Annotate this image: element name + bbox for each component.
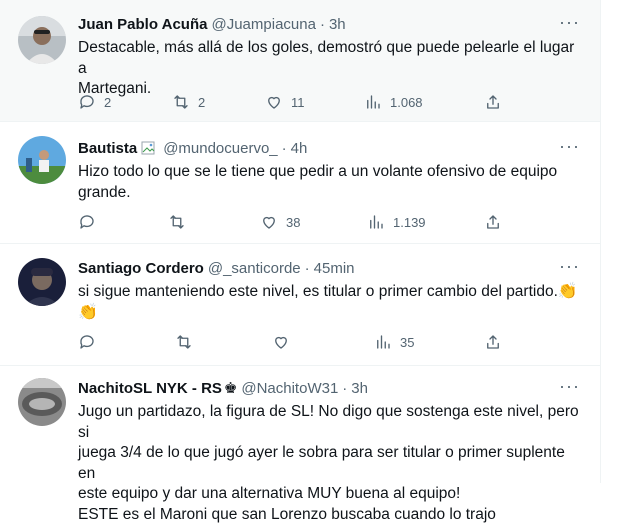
broken-image-icon <box>141 141 155 155</box>
reply-button[interactable] <box>78 332 96 352</box>
tweet-content: Bautista @mundocuervo_ · 4h ··· Hizo tod… <box>78 136 584 203</box>
more-icon[interactable]: ··· <box>559 376 580 396</box>
tweet-text: Hizo todo lo que se le tiene que pedir a… <box>78 163 558 201</box>
tweet-time[interactable]: 3h <box>329 16 346 33</box>
reply-button[interactable] <box>78 212 96 232</box>
retweet-button[interactable]: 2 <box>172 92 205 112</box>
crown-icon: ♚ <box>223 380 238 397</box>
share-icon <box>487 215 499 229</box>
author-name[interactable]: Bautista <box>78 140 137 157</box>
like-icon <box>268 96 280 109</box>
author-handle[interactable]: @mundocuervo_ <box>163 140 277 157</box>
retweet-button[interactable] <box>168 212 186 232</box>
share-icon <box>487 335 499 349</box>
retweet-icon <box>174 95 188 109</box>
views-icon <box>377 335 390 349</box>
tweet[interactable]: Bautista @mundocuervo_ · 4h ··· Hizo tod… <box>0 122 600 244</box>
views-icon <box>370 215 383 229</box>
avatar[interactable] <box>18 16 66 64</box>
tweet-text: Destacable, más allá de los goles, demos… <box>78 39 575 97</box>
avatar[interactable] <box>18 258 66 306</box>
tweet-time[interactable]: 3h <box>351 380 368 397</box>
avatar[interactable] <box>18 378 66 426</box>
tweet-header: Bautista @mundocuervo_ · 4h <box>78 136 584 160</box>
retweet-icon <box>177 335 191 349</box>
separator-dot: · <box>319 15 325 33</box>
separator-dot: · <box>281 139 287 157</box>
like-button[interactable]: 11 <box>265 92 305 112</box>
share-button[interactable] <box>484 92 502 112</box>
like-icon <box>263 216 275 229</box>
tweet-header: Juan Pablo Acuña @Juampiacuna · 3h <box>78 12 584 36</box>
views-button[interactable]: 1.068 <box>364 92 423 112</box>
views-button[interactable]: 1.139 <box>367 212 426 232</box>
more-icon[interactable]: ··· <box>559 136 580 156</box>
timeline-feed: Juan Pablo Acuña @Juampiacuna · 3h ··· D… <box>0 0 601 523</box>
tweet-actions: 35 <box>0 332 600 352</box>
reply-icon <box>80 95 94 109</box>
tweet-time[interactable]: 45min <box>314 260 355 277</box>
more-icon[interactable]: ··· <box>559 256 580 276</box>
tweet[interactable]: Juan Pablo Acuña @Juampiacuna · 3h ··· D… <box>0 0 600 122</box>
retweet-button[interactable] <box>175 332 193 352</box>
like-count: 38 <box>286 214 301 230</box>
reply-icon <box>80 335 94 349</box>
like-button[interactable]: 38 <box>260 212 300 232</box>
tweet-time[interactable]: 4h <box>291 140 308 157</box>
clapping-hands-emoji: 👏 <box>78 303 98 321</box>
reply-button[interactable]: 2 <box>78 92 111 112</box>
tweet-text-body: si sigue manteniendo este nivel, es titu… <box>78 283 558 300</box>
retweet-count: 2 <box>198 94 206 110</box>
views-icon <box>367 95 380 109</box>
like-icon <box>275 336 287 349</box>
views-count: 1.139 <box>393 214 426 230</box>
tweet-content: Santiago Cordero @_santicorde · 45min ··… <box>78 256 584 323</box>
tweet-actions: 2 2 11 1.068 <box>0 92 600 112</box>
more-icon[interactable]: ··· <box>559 12 580 32</box>
author-handle[interactable]: @Juampiacuna <box>211 16 315 33</box>
reply-icon <box>80 215 94 229</box>
like-count: 11 <box>291 94 305 110</box>
share-button[interactable] <box>484 332 502 352</box>
tweet-text: si sigue manteniendo este nivel, es titu… <box>78 282 584 323</box>
tweet[interactable]: Santiago Cordero @_santicorde · 45min ··… <box>0 244 600 366</box>
tweet-content: Juan Pablo Acuña @Juampiacuna · 3h ··· D… <box>78 12 584 100</box>
tweet-content: NachitoSL NYK - RS ♚ @NachitoW31 · 3h ··… <box>78 376 584 525</box>
tweet[interactable]: NachitoSL NYK - RS ♚ @NachitoW31 · 3h ··… <box>0 366 600 523</box>
views-button[interactable]: 35 <box>374 332 414 352</box>
clapping-hands-emoji: 👏 <box>557 283 578 300</box>
share-button[interactable] <box>484 212 502 232</box>
tweet-actions: 38 1.139 <box>0 212 600 232</box>
author-name[interactable]: Santiago Cordero <box>78 260 204 277</box>
tweet-text: Jugo un partidazo, la figura de SL! No d… <box>78 403 579 523</box>
retweet-icon <box>170 215 184 229</box>
views-count: 35 <box>400 334 415 350</box>
author-name[interactable]: Juan Pablo Acuña <box>78 16 207 33</box>
author-handle[interactable]: @_santicorde <box>208 260 301 277</box>
author-name[interactable]: NachitoSL NYK - RS <box>78 380 222 397</box>
views-count: 1.068 <box>390 94 423 110</box>
share-icon <box>487 95 499 109</box>
separator-dot: · <box>304 259 310 277</box>
separator-dot: · <box>342 379 348 397</box>
avatar[interactable] <box>18 136 66 184</box>
tweet-header: NachitoSL NYK - RS ♚ @NachitoW31 · 3h <box>78 376 584 400</box>
reply-count: 2 <box>104 94 112 110</box>
like-button[interactable] <box>272 332 290 352</box>
tweet-header: Santiago Cordero @_santicorde · 45min <box>78 256 584 280</box>
author-handle[interactable]: @NachitoW31 <box>241 380 338 397</box>
